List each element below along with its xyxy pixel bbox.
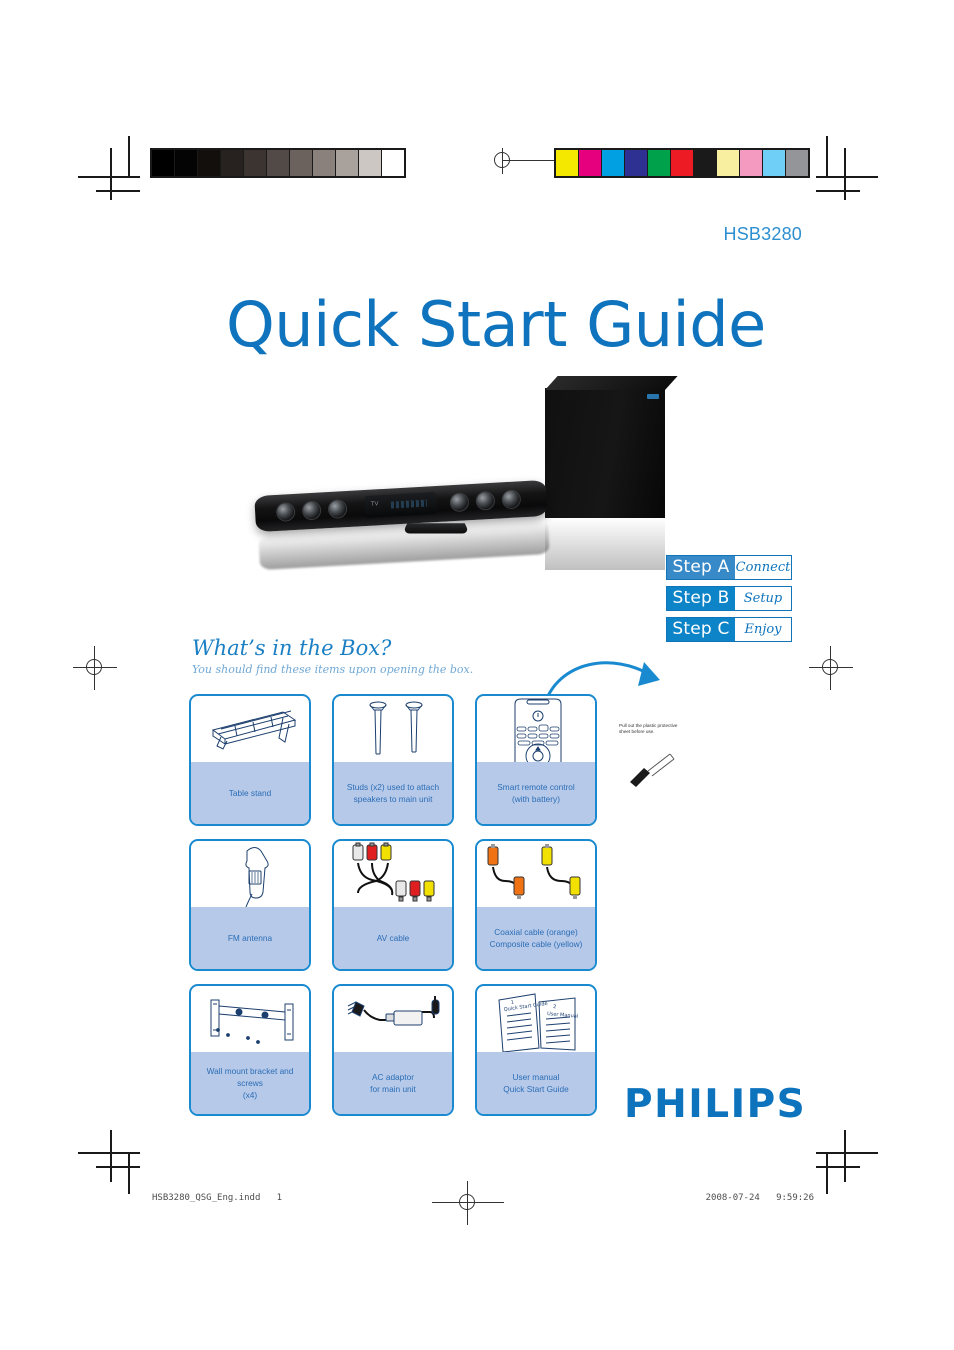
box-content-label: Coaxial cable (orange) Composite cable (y… — [477, 907, 595, 969]
step-key: Step B — [667, 587, 735, 610]
steps-list: Step A Connect Step B Setup Step C Enjoy — [666, 555, 792, 648]
product-hero-image: TV — [245, 370, 715, 620]
subwoofer-product-icon — [545, 388, 665, 518]
philips-logo: PHILIPS — [624, 1082, 807, 1127]
box-contents-row: FM antenna AV cable Coaxial cable (orang… — [189, 839, 597, 971]
box-content-label: AC adaptor for main unit — [334, 1052, 452, 1114]
calibration-swatch — [313, 150, 335, 176]
box-content-label: FM antenna — [191, 907, 309, 969]
box-content-label: AV cable — [334, 907, 452, 969]
protective-sheet-note: Pull out the plastic protective sheet be… — [619, 723, 678, 734]
coaxial-cable-icon — [477, 841, 595, 907]
calibration-swatch — [336, 150, 358, 176]
calibration-swatch — [579, 150, 601, 176]
calibration-swatch — [671, 150, 693, 176]
box-contents-row: Table stand Studs (x2) used to attach spe… — [189, 694, 597, 826]
box-content-label: User manual Quick Start Guide — [477, 1052, 595, 1114]
box-content-item: FM antenna — [189, 839, 311, 971]
page-canvas: HSB3280 Quick Start Guide TV Step A Conne… — [0, 0, 954, 1350]
calibration-swatch — [740, 150, 762, 176]
step-value: Enjoy — [735, 618, 791, 641]
box-content-label: Table stand — [191, 762, 309, 824]
page-title: Quick Start Guide — [226, 288, 766, 361]
box-content-item: AC adaptor for main unit — [332, 984, 454, 1116]
av-cable-icon — [334, 841, 452, 907]
wall-mount-icon — [191, 986, 309, 1052]
calibration-swatch — [648, 150, 670, 176]
step-value: Connect — [735, 556, 791, 579]
fm-antenna-icon — [191, 841, 309, 907]
step-chip-c[interactable]: Step C Enjoy — [666, 617, 792, 642]
step-key: Step C — [667, 618, 735, 641]
calibration-swatch — [694, 150, 716, 176]
table-stand-icon — [191, 696, 309, 762]
step-value: Setup — [735, 587, 791, 610]
box-content-item: AV cable — [332, 839, 454, 971]
box-contents-row: Wall mount bracket and screws (x4) AC ada… — [189, 984, 597, 1116]
calibration-swatch — [556, 150, 578, 176]
box-content-item: Wall mount bracket and screws (x4) — [189, 984, 311, 1116]
calibration-swatch — [198, 150, 220, 176]
box-contents-grid: Table stand Studs (x2) used to attach spe… — [189, 694, 597, 1129]
remote-control-icon — [477, 696, 595, 762]
calibration-swatch — [786, 150, 808, 176]
step-chip-a[interactable]: Step A Connect — [666, 555, 792, 580]
svg-text:2: 2 — [553, 1004, 557, 1010]
box-content-item: Table stand — [189, 694, 311, 826]
whats-in-the-box-heading: What’s in the Box? — [192, 636, 392, 660]
studs-icon — [334, 696, 452, 762]
box-content-item: Studs (x2) used to attach speakers to mai… — [332, 694, 454, 826]
calibration-swatch — [625, 150, 647, 176]
registration-mark-left — [73, 646, 117, 690]
registration-mark-bottom — [432, 1181, 504, 1225]
box-content-label: Wall mount bracket and screws (x4) — [191, 1052, 309, 1114]
calibration-swatch — [382, 150, 404, 176]
box-content-item: 1 Quick Start Guide 2 User Manual User m… — [475, 984, 597, 1116]
calibration-swatch — [152, 150, 174, 176]
subwoofer-reflection — [545, 518, 665, 570]
soundbar-stand — [402, 523, 470, 534]
registration-mark-right — [809, 646, 853, 690]
registration-mark-top — [490, 148, 572, 174]
box-content-label: Studs (x2) used to attach speakers to mai… — [334, 762, 452, 824]
calibration-swatch — [267, 150, 289, 176]
calibration-swatch — [290, 150, 312, 176]
calibration-swatch — [244, 150, 266, 176]
box-content-item: Coaxial cable (orange) Composite cable (y… — [475, 839, 597, 971]
calibration-swatch — [359, 150, 381, 176]
calibration-swatch — [763, 150, 785, 176]
calibration-swatch — [717, 150, 739, 176]
step-key: Step A — [667, 556, 735, 579]
manuals-icon: 1 Quick Start Guide 2 User Manual — [477, 986, 595, 1052]
footer-timestamp: 2008-07-24 9:59:26 — [705, 1193, 814, 1203]
color-calibration-bar — [554, 148, 810, 178]
calibration-swatch — [602, 150, 624, 176]
whats-in-the-box-subheading: You should find these items upon opening… — [192, 663, 474, 676]
calibration-swatch — [175, 150, 197, 176]
protective-sheet-illustration — [630, 753, 675, 787]
model-number: HSB3280 — [723, 224, 802, 244]
subwoofer-brand-mark — [647, 394, 659, 399]
footer-filename: HSB3280_QSG_Eng.indd 1 — [152, 1193, 283, 1203]
grayscale-calibration-bar — [150, 148, 406, 178]
step-chip-b[interactable]: Step B Setup — [666, 586, 792, 611]
box-content-item: Smart remote control (with battery) — [475, 694, 597, 826]
box-content-label: Smart remote control (with battery) — [477, 762, 595, 824]
ac-adaptor-icon — [334, 986, 452, 1052]
calibration-swatch — [221, 150, 243, 176]
